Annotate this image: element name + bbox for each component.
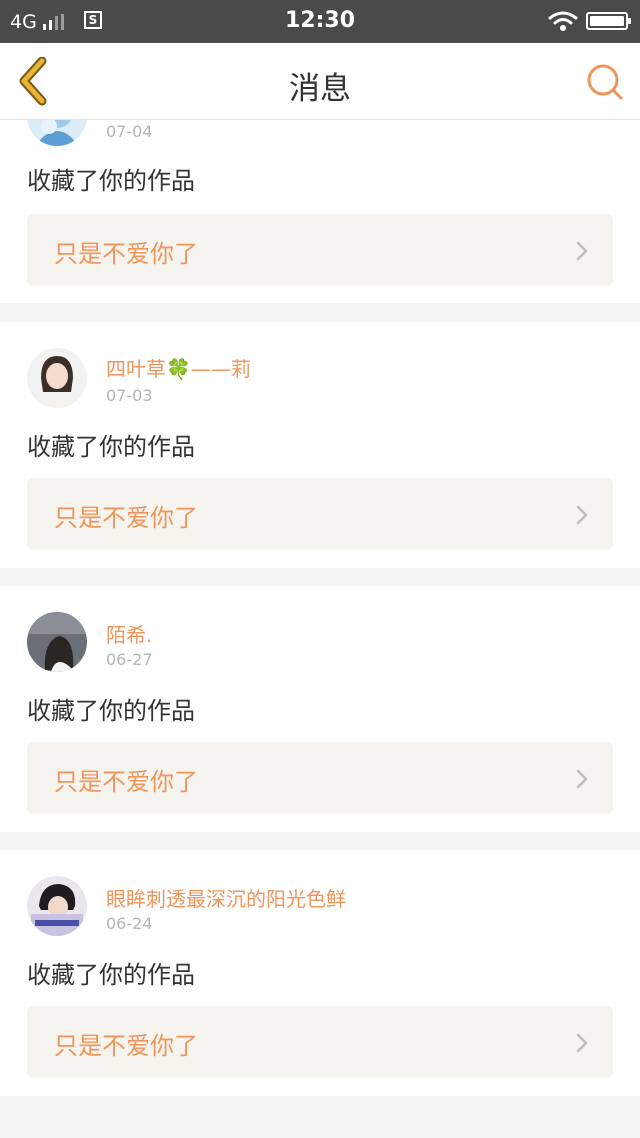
chevron-right-icon: [576, 1033, 588, 1053]
username[interactable]: 四叶草🍀——莉: [106, 353, 251, 382]
notification-card: 四叶草🍀——莉 07-03 收藏了你的作品 只是不爱你了: [0, 322, 640, 568]
notification-date: 07-03: [106, 386, 153, 405]
back-button[interactable]: [14, 57, 54, 107]
user-avatar[interactable]: [27, 876, 87, 936]
work-link[interactable]: 只是不爱你了: [27, 742, 613, 814]
notification-card: 陌希. 06-27 收藏了你的作品 只是不爱你了: [0, 586, 640, 832]
notification-date: 06-27: [106, 650, 153, 669]
message-list[interactable]: 07-04 收藏了你的作品 只是不爱你了 四叶草🍀——莉 07-03 收藏了你的…: [0, 120, 640, 1138]
notification-card: 眼眸刺透最深沉的阳光色鲜 06-24 收藏了你的作品 只是不爱你了: [0, 850, 640, 1096]
work-link[interactable]: 只是不爱你了: [27, 478, 613, 550]
notification-action: 收藏了你的作品: [27, 167, 195, 195]
username[interactable]: 眼眸刺透最深沉的阳光色鲜: [106, 883, 346, 912]
work-link[interactable]: 只是不爱你了: [27, 1006, 613, 1078]
chevron-left-icon: [19, 57, 47, 106]
wifi-icon: [548, 11, 578, 31]
status-time: 12:30: [284, 8, 356, 33]
work-title: 只是不爱你了: [54, 1032, 198, 1060]
search-icon: [587, 64, 623, 100]
app-header: 消息: [0, 43, 640, 120]
work-title: 只是不爱你了: [54, 504, 198, 532]
battery-icon: [586, 12, 631, 30]
user-avatar[interactable]: [27, 612, 87, 672]
work-title: 只是不爱你了: [54, 240, 198, 268]
user-avatar[interactable]: [27, 120, 87, 146]
notification-action: 收藏了你的作品: [27, 433, 195, 461]
notification-date: 07-04: [106, 122, 153, 141]
notification-card: 07-04 收藏了你的作品 只是不爱你了: [0, 120, 640, 303]
notification-date: 06-24: [106, 914, 153, 933]
notification-action: 收藏了你的作品: [27, 961, 195, 989]
search-button[interactable]: [584, 61, 626, 103]
username[interactable]: 陌希.: [106, 619, 152, 648]
work-title: 只是不爱你了: [54, 768, 198, 796]
user-avatar[interactable]: [27, 348, 87, 408]
notification-action: 收藏了你的作品: [27, 697, 195, 725]
page-title: 消息: [289, 71, 351, 107]
chevron-right-icon: [576, 241, 588, 261]
chevron-right-icon: [576, 769, 588, 789]
chevron-right-icon: [576, 505, 588, 525]
status-bar: 4G S 12:30: [0, 0, 640, 43]
work-link[interactable]: 只是不爱你了: [27, 214, 613, 286]
